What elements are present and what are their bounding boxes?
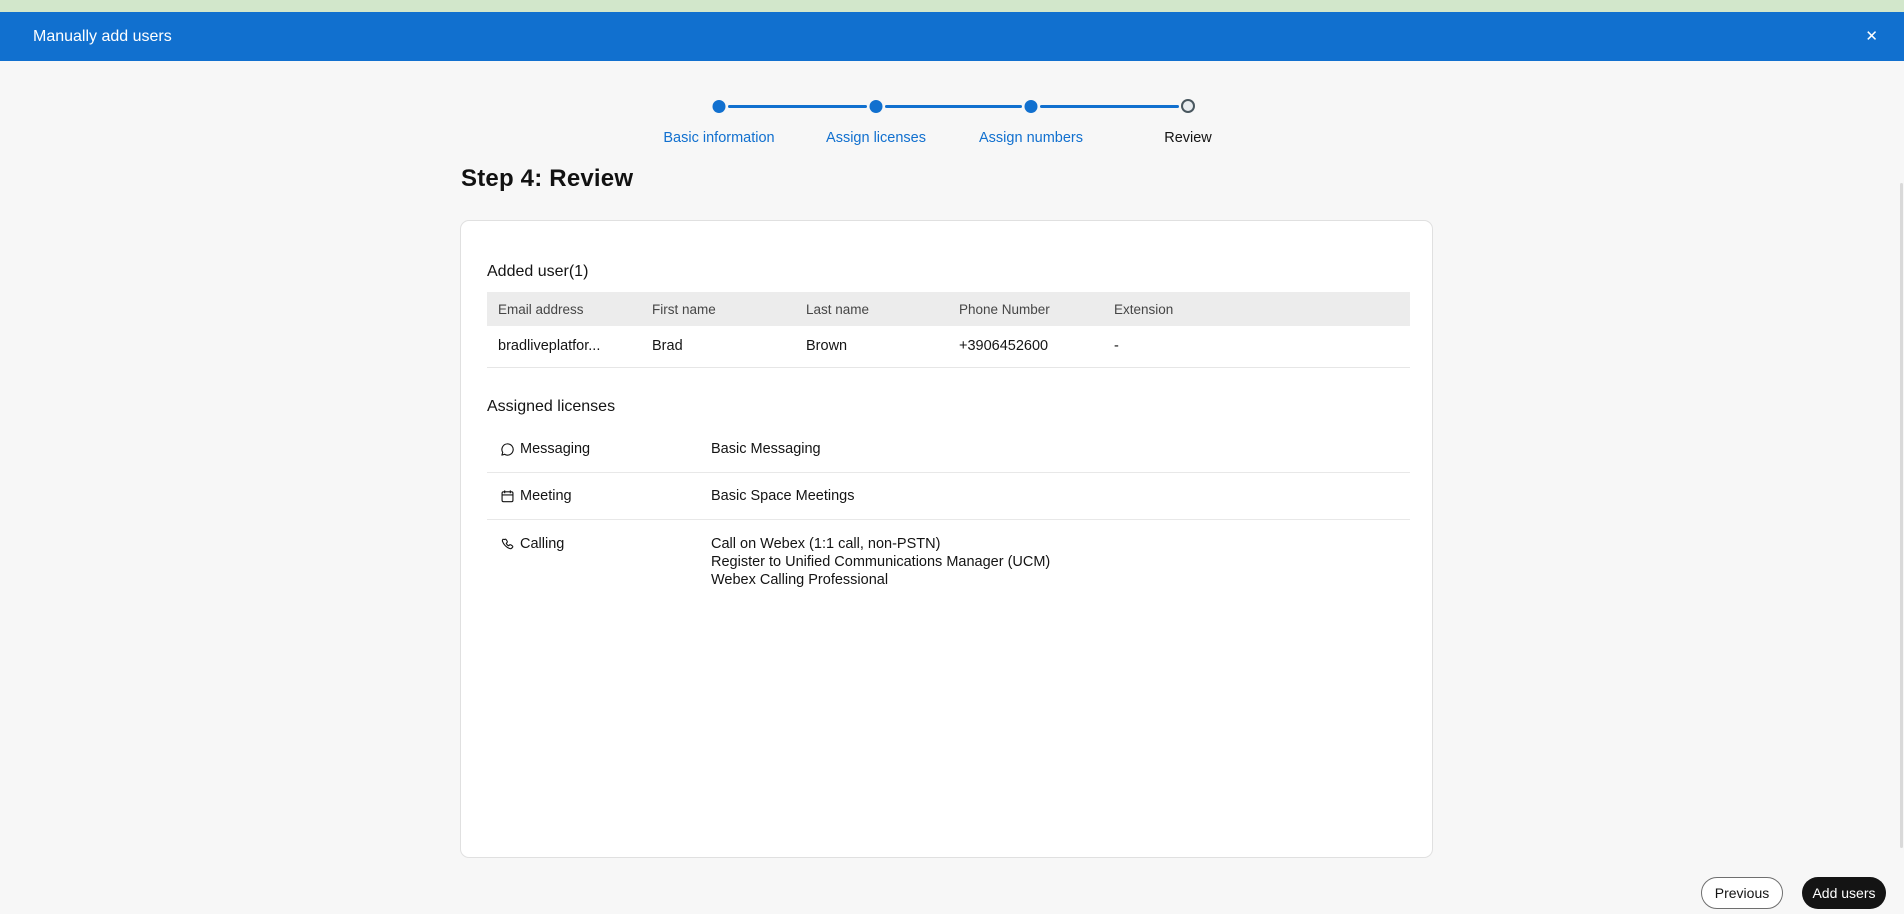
step-connector xyxy=(728,105,867,108)
cell-firstname: Brad xyxy=(641,326,795,368)
license-left-messaging: Messaging xyxy=(487,440,711,458)
calendar-icon xyxy=(501,489,514,502)
add-users-button[interactable]: Add users xyxy=(1802,877,1886,909)
assigned-licenses-title: Assigned licenses xyxy=(487,398,616,415)
scrollbar[interactable] xyxy=(1900,183,1903,848)
cell-phone: +3906452600 xyxy=(948,326,1103,368)
chat-icon xyxy=(501,442,514,456)
license-label: Messaging xyxy=(520,441,591,457)
step-dot-assign-numbers xyxy=(1024,100,1038,113)
column-header-email: Email address xyxy=(487,292,641,326)
license-left-meeting: Meeting xyxy=(487,487,711,505)
license-value: Basic Messaging xyxy=(711,441,821,457)
added-users-title: Added user(1) xyxy=(487,263,589,280)
column-header-lastname: Last name xyxy=(795,292,948,326)
license-label: Meeting xyxy=(520,488,572,504)
table-row: bradliveplatfor... Brad Brown +390645260… xyxy=(487,326,1410,368)
step-label-basic-information[interactable]: Basic information xyxy=(663,130,774,146)
step-connector xyxy=(885,105,1022,108)
phone-icon xyxy=(501,538,514,549)
top-accent-strip xyxy=(0,0,1904,12)
modal-title: Manually add users xyxy=(33,27,172,45)
step-dot-assign-licenses xyxy=(869,100,883,113)
added-users-table: Email address First name Last name Phone… xyxy=(487,292,1410,368)
modal-header: Manually add users ✕ xyxy=(0,12,1904,61)
cell-email: bradliveplatfor... xyxy=(487,326,641,368)
column-header-firstname: First name xyxy=(641,292,795,326)
license-value: Register to Unified Communications Manag… xyxy=(711,554,1051,570)
close-icon[interactable]: ✕ xyxy=(1865,29,1878,44)
page-title: Step 4: Review xyxy=(461,165,634,192)
license-value: Webex Calling Professional xyxy=(711,572,889,588)
step-label-review: Review xyxy=(1164,130,1212,146)
license-left-calling: Calling xyxy=(487,535,711,553)
license-row-messaging: Messaging Basic Messaging xyxy=(487,426,1410,473)
cell-lastname: Brown xyxy=(795,326,948,368)
cell-extension: - xyxy=(1103,326,1410,368)
step-label-assign-numbers[interactable]: Assign numbers xyxy=(979,130,1083,146)
license-values: Call on Webex (1:1 call, non-PSTN) Regis… xyxy=(711,535,1050,589)
license-value: Call on Webex (1:1 call, non-PSTN) xyxy=(711,536,941,552)
step-dot-basic-information xyxy=(712,100,726,113)
step-connector xyxy=(1040,105,1179,108)
previous-button[interactable]: Previous xyxy=(1701,877,1783,909)
column-header-phone: Phone Number xyxy=(948,292,1103,326)
column-header-extension: Extension xyxy=(1103,292,1410,326)
step-dot-review xyxy=(1181,99,1195,113)
step-label-assign-licenses[interactable]: Assign licenses xyxy=(826,130,926,146)
license-value: Basic Space Meetings xyxy=(711,488,855,504)
license-label: Calling xyxy=(520,536,565,552)
license-list: Messaging Basic Messaging Meeting Basic … xyxy=(487,426,1410,603)
license-values: Basic Messaging xyxy=(711,440,821,458)
review-card: Added user(1) Email address First name L… xyxy=(460,220,1433,858)
license-values: Basic Space Meetings xyxy=(711,487,854,505)
license-row-calling: Calling Call on Webex (1:1 call, non-PST… xyxy=(487,520,1410,603)
table-header-row: Email address First name Last name Phone… xyxy=(487,292,1410,326)
license-row-meeting: Meeting Basic Space Meetings xyxy=(487,473,1410,520)
